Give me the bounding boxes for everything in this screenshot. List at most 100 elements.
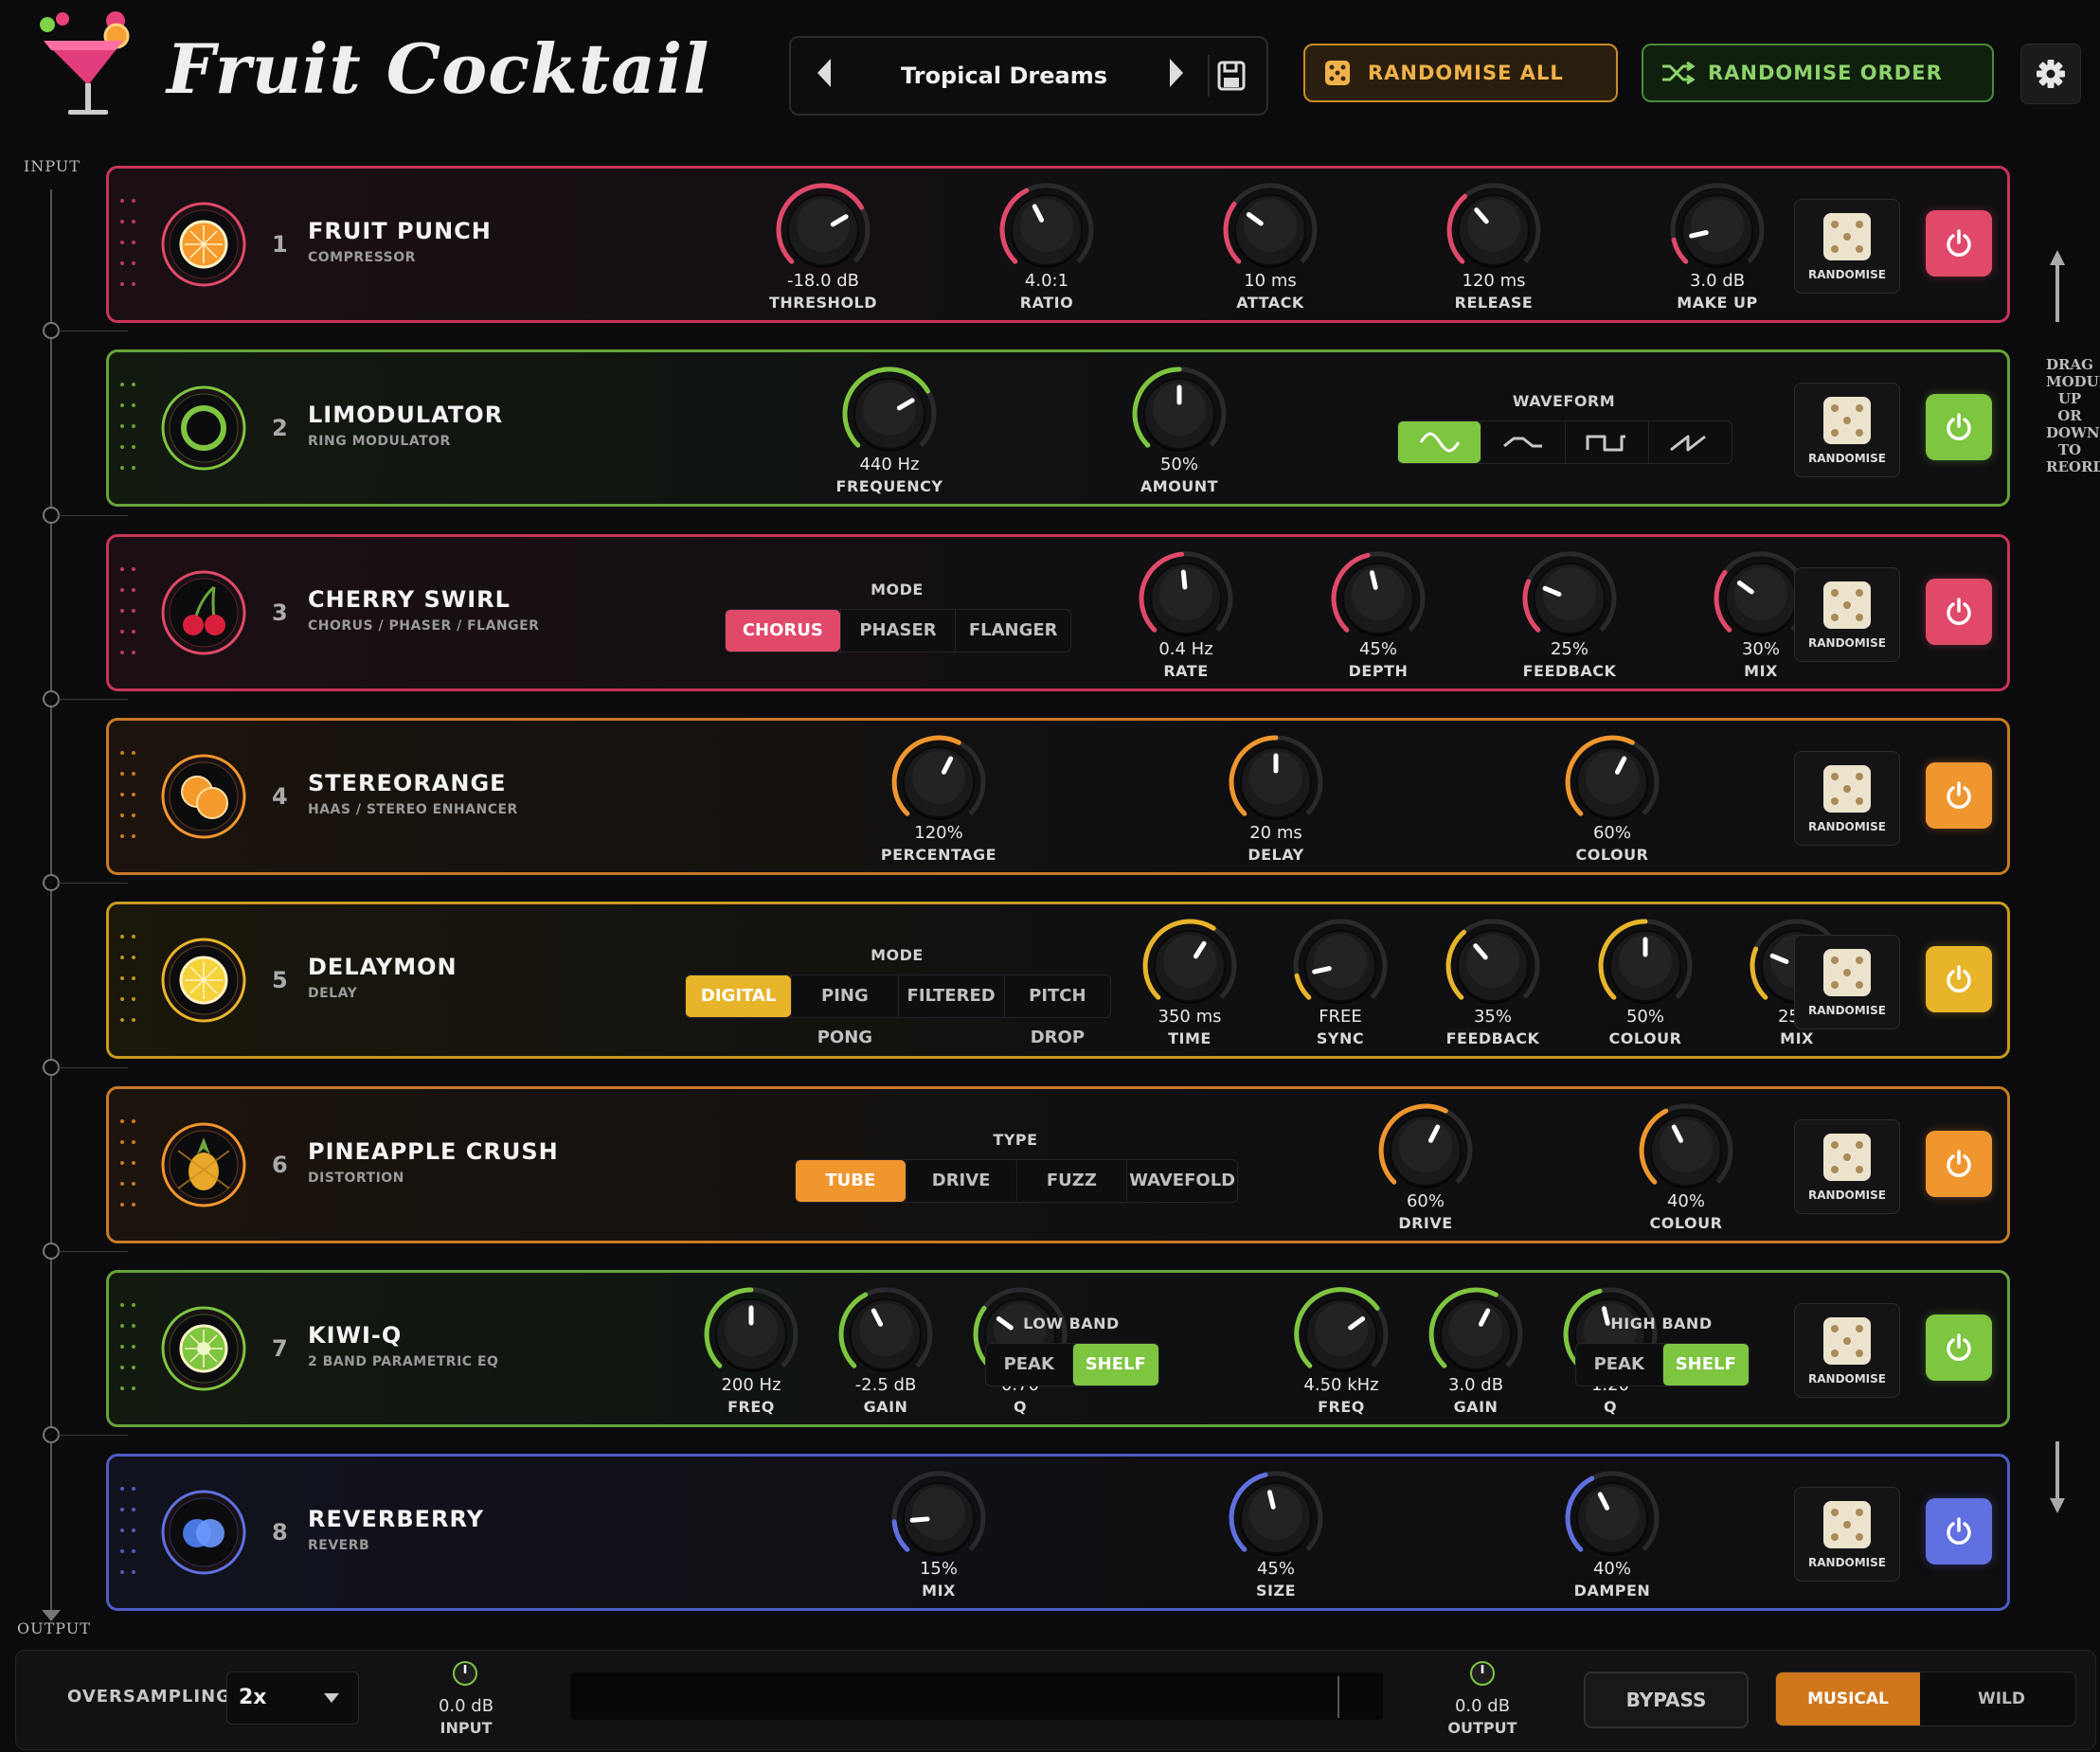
previous-preset-arrow-icon[interactable]	[817, 59, 831, 87]
oversampling-select[interactable]: 2x	[226, 1672, 359, 1725]
dice-icon	[1823, 397, 1871, 445]
randomise-button[interactable]: RANDOMISE	[1794, 750, 1900, 846]
mode-selector-option[interactable]: PING PONG	[791, 975, 897, 1047]
output-gain-knob[interactable]	[1469, 1660, 1496, 1687]
knob-rate[interactable]	[1134, 546, 1238, 651]
knob-value: 120%	[914, 822, 963, 843]
type-selector-option[interactable]: WAVEFOLD	[1126, 1159, 1237, 1202]
mode-selector-option[interactable]: CHORUS	[726, 609, 840, 652]
module-pineapple-crush[interactable]: 6 PINEAPPLE CRUSH DISTORTION 60% DRIVE 40% COL…	[106, 1085, 2010, 1243]
randomise-order-button[interactable]: RANDOMISE ORDER	[1642, 44, 1994, 102]
waveform-selector-option[interactable]	[1398, 421, 1481, 464]
knob-depth[interactable]	[1326, 546, 1430, 651]
mode-selector-option[interactable]: FLANGER	[955, 609, 1070, 652]
drag-handle-icon[interactable]	[120, 1118, 147, 1214]
next-preset-arrow-icon[interactable]	[1170, 59, 1183, 87]
knob-colour[interactable]	[1593, 914, 1697, 1018]
mode-selector-option[interactable]: DIGITAL	[686, 975, 792, 1018]
drag-handle-icon[interactable]	[120, 750, 147, 846]
bypass-button[interactable]: BYPASS	[1584, 1672, 1749, 1728]
knob-colour[interactable]	[1560, 730, 1664, 834]
drag-handle-icon[interactable]	[120, 383, 147, 477]
knob-delay[interactable]	[1224, 730, 1328, 834]
mode-selector-option[interactable]: PITCH DROP	[1003, 975, 1110, 1047]
dice-icon	[1823, 1316, 1871, 1365]
power-button[interactable]	[1926, 210, 1992, 277]
randomise-label: RANDOMISE	[1808, 268, 1886, 281]
module-stereorange[interactable]: 4 STEREORANGE HAAS / STEREO ENHANCER 120% PE…	[106, 717, 2010, 875]
knob-dampen[interactable]	[1560, 1466, 1664, 1570]
gear-icon	[2037, 60, 2065, 88]
power-button[interactable]	[1926, 1130, 1992, 1197]
knob-mix[interactable]	[887, 1466, 991, 1570]
module-fruit-punch[interactable]: 1 FRUIT PUNCH COMPRESSOR -18.0 dB THRESHOLD 4…	[106, 166, 2010, 323]
waveform-selector-option[interactable]	[1647, 421, 1732, 464]
mode-musical-option[interactable]: MUSICAL	[1776, 1672, 1920, 1725]
randomise-button[interactable]: RANDOMISE	[1794, 1302, 1900, 1398]
knob-sync[interactable]	[1288, 914, 1392, 1018]
low-band-selector: PEAK SHELF	[985, 1342, 1159, 1386]
type-selector-option[interactable]: TUBE	[796, 1159, 906, 1202]
low-band-selector-option[interactable]: PEAK	[986, 1344, 1072, 1386]
settings-button[interactable]	[2020, 44, 2081, 104]
module-delaymon[interactable]: 5 DELAYMON DELAY 350 ms TIME FREE SYNC 35% FEEDB…	[106, 902, 2010, 1060]
save-preset-icon[interactable]	[1208, 55, 1251, 97]
knob-time[interactable]	[1138, 914, 1242, 1018]
knob-attack[interactable]	[1218, 178, 1322, 282]
knob-percentage[interactable]	[887, 730, 991, 834]
preset-name[interactable]: Tropical Dreams	[848, 38, 1160, 114]
knob-release[interactable]	[1442, 178, 1546, 282]
waveform-selector-option[interactable]	[1481, 421, 1564, 464]
knob-colour[interactable]	[1634, 1099, 1738, 1203]
randomise-button[interactable]: RANDOMISE	[1794, 1487, 1900, 1582]
drag-handle-icon[interactable]	[120, 1487, 147, 1582]
input-gain-knob[interactable]	[452, 1660, 478, 1687]
mode-selector-option[interactable]: PHASER	[839, 609, 956, 652]
knob-drive[interactable]	[1373, 1099, 1478, 1203]
knob-ratio[interactable]	[995, 178, 1099, 282]
knob-size[interactable]	[1224, 1466, 1328, 1570]
high-band-selector-option[interactable]: PEAK	[1576, 1344, 1662, 1386]
knob-gain[interactable]	[1424, 1282, 1528, 1386]
randomise-button[interactable]: RANDOMISE	[1794, 383, 1900, 478]
randomise-button[interactable]: RANDOMISE	[1794, 199, 1900, 294]
high-band-selector-option[interactable]: SHELF	[1661, 1343, 1749, 1386]
knob-amount[interactable]	[1127, 362, 1231, 466]
knob-freq[interactable]	[1289, 1282, 1393, 1386]
randomise-button[interactable]: RANDOMISE	[1794, 1118, 1900, 1214]
drag-handle-icon[interactable]	[120, 199, 147, 294]
drag-handle-icon[interactable]	[120, 566, 147, 662]
type-selector-option[interactable]: DRIVE	[905, 1159, 1016, 1202]
low-band-selector-option[interactable]: SHELF	[1071, 1343, 1158, 1386]
power-button[interactable]	[1926, 1498, 1992, 1565]
power-button[interactable]	[1926, 578, 1992, 645]
knob-feedback[interactable]	[1517, 546, 1622, 651]
knob-threshold[interactable]	[771, 178, 875, 282]
randomise-button[interactable]: RANDOMISE	[1794, 935, 1900, 1030]
power-button[interactable]	[1926, 946, 1992, 1013]
power-button[interactable]	[1926, 394, 1992, 461]
knob-frequency[interactable]	[837, 362, 942, 466]
module-cherry-swirl[interactable]: 3 CHERRY SWIRL CHORUS / PHASER / FLANGER 0.…	[106, 533, 2010, 691]
knob-feedback[interactable]	[1441, 914, 1545, 1018]
power-button[interactable]	[1926, 1314, 1992, 1381]
module-number: 5	[272, 967, 288, 994]
header: Fruit Cocktail Tropical Dreams RANDOMISE…	[0, 0, 2100, 152]
knob-indicator	[909, 1516, 930, 1523]
type-selector-option[interactable]: FUZZ	[1015, 1159, 1127, 1202]
drag-handle-icon[interactable]	[120, 935, 147, 1029]
preset-selector[interactable]: Tropical Dreams	[789, 36, 1268, 116]
module-limodulator[interactable]: 2 LIMODULATOR RING MODULATOR 440 Hz FREQUENC…	[106, 349, 2010, 508]
randomise-button[interactable]: RANDOMISE	[1794, 566, 1900, 662]
module-kiwi-q[interactable]: 7 KIWI-Q 2 BAND PARAMETRIC EQ 200 Hz FREQ -2.…	[106, 1269, 2010, 1427]
waveform-selector-option[interactable]	[1564, 421, 1648, 464]
module-reverberry[interactable]: 8 REVERBERRY REVERB 15% MIX 45% SIZE 40% DAMPEN R…	[106, 1454, 2010, 1612]
knob-make-up[interactable]	[1665, 178, 1769, 282]
knob-gain[interactable]	[834, 1282, 938, 1386]
mode-wild-option[interactable]: WILD	[1928, 1672, 2075, 1725]
knob-freq[interactable]	[699, 1282, 803, 1386]
drag-handle-icon[interactable]	[120, 1302, 147, 1398]
randomise-all-button[interactable]: RANDOMISE ALL	[1303, 44, 1618, 102]
power-button[interactable]	[1926, 761, 1992, 829]
mode-selector-option[interactable]: FILTERED	[897, 975, 1004, 1018]
